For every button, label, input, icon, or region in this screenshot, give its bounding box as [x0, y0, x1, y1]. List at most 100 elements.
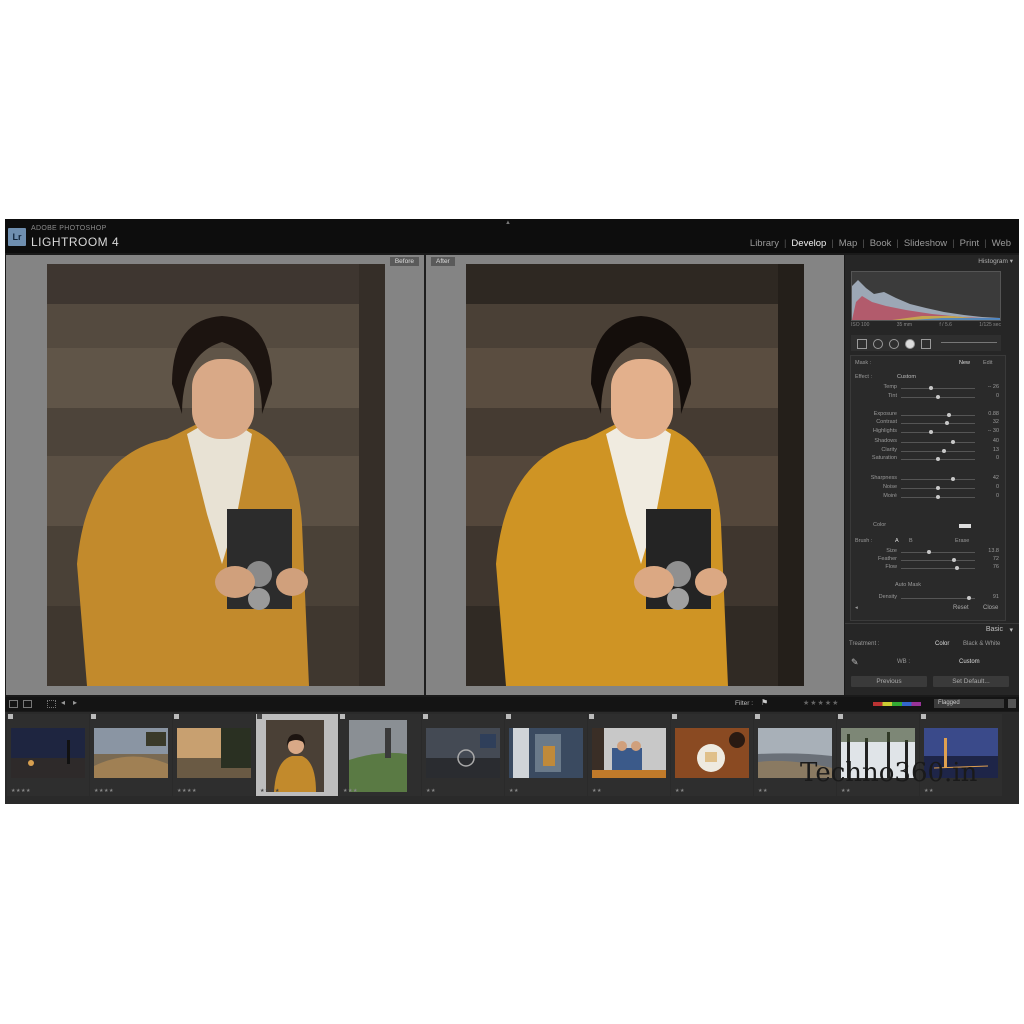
filmstrip-thumbnail[interactable]: ★★ — [422, 714, 504, 796]
previous-button[interactable]: Previous — [851, 676, 927, 687]
reset-button[interactable]: Reset — [953, 605, 969, 611]
basic-header[interactable]: Basic ▾ — [845, 623, 1019, 636]
slider-value[interactable]: 91 — [975, 594, 999, 600]
slider-track[interactable] — [901, 550, 975, 554]
close-button[interactable]: Close — [983, 605, 998, 611]
slider-density[interactable]: Density 91 — [855, 594, 1001, 602]
slider-noise[interactable]: Noise 0 — [855, 484, 1001, 492]
module-book[interactable]: Book — [866, 238, 896, 249]
filmstrip-thumbnail[interactable]: ★★ — [588, 714, 670, 796]
filmstrip-thumbnail[interactable]: ★★★★ — [90, 714, 172, 796]
filmstrip-thumbnail[interactable]: ★★ — [505, 714, 587, 796]
slider-value[interactable]: 0 — [975, 484, 999, 490]
slider-track[interactable] — [901, 477, 975, 481]
slider-tint[interactable]: Tint 0 — [855, 393, 1001, 401]
slider-knob[interactable] — [947, 413, 952, 417]
crop-tool-icon[interactable] — [857, 339, 867, 349]
second-window-icon[interactable] — [23, 700, 32, 708]
panel-toggle-icon[interactable]: ▲ — [505, 220, 511, 226]
after-photo[interactable] — [466, 264, 804, 686]
main-window-icon[interactable] — [9, 700, 18, 708]
brush-erase-button[interactable]: Erase — [955, 538, 969, 544]
slider-track[interactable] — [901, 386, 975, 390]
auto-mask-row[interactable]: Auto Mask — [855, 582, 1001, 592]
slider-knob[interactable] — [967, 596, 972, 600]
slider-track[interactable] — [901, 395, 975, 399]
slider-value[interactable]: 40 — [975, 438, 999, 444]
brush-a-button[interactable]: A — [895, 538, 899, 544]
slider-knob[interactable] — [936, 486, 940, 490]
grid-icon[interactable] — [47, 700, 56, 708]
slider-knob[interactable] — [941, 449, 946, 453]
slider-knob[interactable] — [936, 495, 940, 499]
module-print[interactable]: Print — [956, 238, 984, 249]
rating-filter[interactable]: ★★★★★ — [803, 699, 839, 707]
slider-highlights[interactable]: Highlights -- 30 — [855, 428, 1001, 436]
treatment-color-button[interactable]: Color — [935, 641, 949, 647]
treatment-bw-button[interactable]: Black & White — [963, 641, 1000, 647]
flag-filter-icon[interactable]: ⚑ — [761, 698, 768, 707]
filmstrip-thumbnail[interactable]: ★★★ — [339, 714, 421, 796]
slider-knob[interactable] — [927, 550, 932, 554]
slider-shadows[interactable]: Shadows 40 — [855, 438, 1001, 446]
auto-mask-checkbox[interactable]: Auto Mask — [895, 582, 921, 588]
slider-sharpness[interactable]: Sharpness 42 — [855, 475, 1001, 483]
slider-track[interactable] — [901, 421, 975, 425]
slider-feather[interactable]: Feather 72 — [855, 556, 1001, 564]
brush-b-button[interactable]: B — [909, 538, 913, 544]
slider-knob[interactable] — [928, 386, 933, 390]
slider-size[interactable]: Size 13.8 — [855, 548, 1001, 556]
color-swatch[interactable] — [959, 524, 971, 528]
slider-value[interactable]: 0.88 — [975, 411, 999, 417]
filmstrip-thumbnail[interactable]: ★★★★ — [173, 714, 255, 796]
mask-edit-button[interactable]: Edit — [983, 360, 992, 366]
slider-track[interactable] — [901, 430, 975, 434]
slider-knob[interactable] — [936, 457, 940, 461]
before-photo[interactable] — [47, 264, 385, 686]
forward-arrow-icon[interactable]: ▸ — [73, 698, 77, 707]
slider-knob[interactable] — [928, 430, 933, 434]
slider-value[interactable]: 0 — [975, 393, 999, 399]
slider-knob[interactable] — [952, 558, 957, 562]
slider-knob[interactable] — [936, 395, 940, 399]
slider-value[interactable]: 76 — [975, 564, 999, 570]
slider-track[interactable] — [901, 486, 975, 490]
adjustment-brush-icon[interactable] — [921, 339, 931, 349]
slider-value[interactable]: 13 — [975, 447, 999, 453]
slider-clarity[interactable]: Clarity 13 — [855, 447, 1001, 455]
slider-knob[interactable] — [950, 477, 955, 481]
slider-moir[interactable]: Moiré 0 — [855, 493, 1001, 501]
mask-new-button[interactable]: New — [959, 360, 970, 366]
slider-value[interactable]: -- 30 — [975, 428, 999, 434]
collapse-triangle-icon[interactable]: ▾ — [1010, 258, 1013, 265]
wb-select[interactable]: Custom — [959, 659, 980, 665]
red-eye-icon[interactable] — [889, 339, 899, 349]
filmstrip-thumbnail[interactable]: ★★ — [671, 714, 753, 796]
slider-track[interactable] — [901, 413, 975, 417]
slider-track[interactable] — [901, 457, 975, 461]
slider-value[interactable]: 42 — [975, 475, 999, 481]
tool-slider[interactable] — [941, 342, 997, 343]
filter-lock-icon[interactable] — [1008, 699, 1016, 708]
slider-track[interactable] — [901, 440, 975, 444]
set-default-button[interactable]: Set Default... — [933, 676, 1009, 687]
slider-value[interactable]: 0 — [975, 455, 999, 461]
slider-track[interactable] — [901, 495, 975, 499]
slider-knob[interactable] — [954, 566, 959, 570]
histogram-header[interactable]: Histogram ▾ — [849, 257, 1013, 267]
filmstrip-thumbnail[interactable]: ★★★★ — [7, 714, 89, 796]
effect-select[interactable]: Custom — [897, 374, 916, 380]
filter-preset-select[interactable]: Flagged — [934, 699, 1004, 708]
slider-temp[interactable]: Temp -- 26 — [855, 384, 1001, 392]
slider-knob[interactable] — [944, 421, 949, 425]
spot-removal-icon[interactable] — [873, 339, 883, 349]
slider-exposure[interactable]: Exposure 0.88 — [855, 411, 1001, 419]
slider-knob[interactable] — [950, 440, 955, 444]
slider-track[interactable] — [901, 566, 975, 570]
slider-value[interactable]: -- 26 — [975, 384, 999, 390]
slider-value[interactable]: 32 — [975, 419, 999, 425]
module-map[interactable]: Map — [835, 238, 861, 249]
slider-track[interactable] — [901, 449, 975, 453]
back-arrow-icon[interactable]: ◂ — [61, 698, 65, 707]
module-library[interactable]: Library — [746, 238, 783, 249]
